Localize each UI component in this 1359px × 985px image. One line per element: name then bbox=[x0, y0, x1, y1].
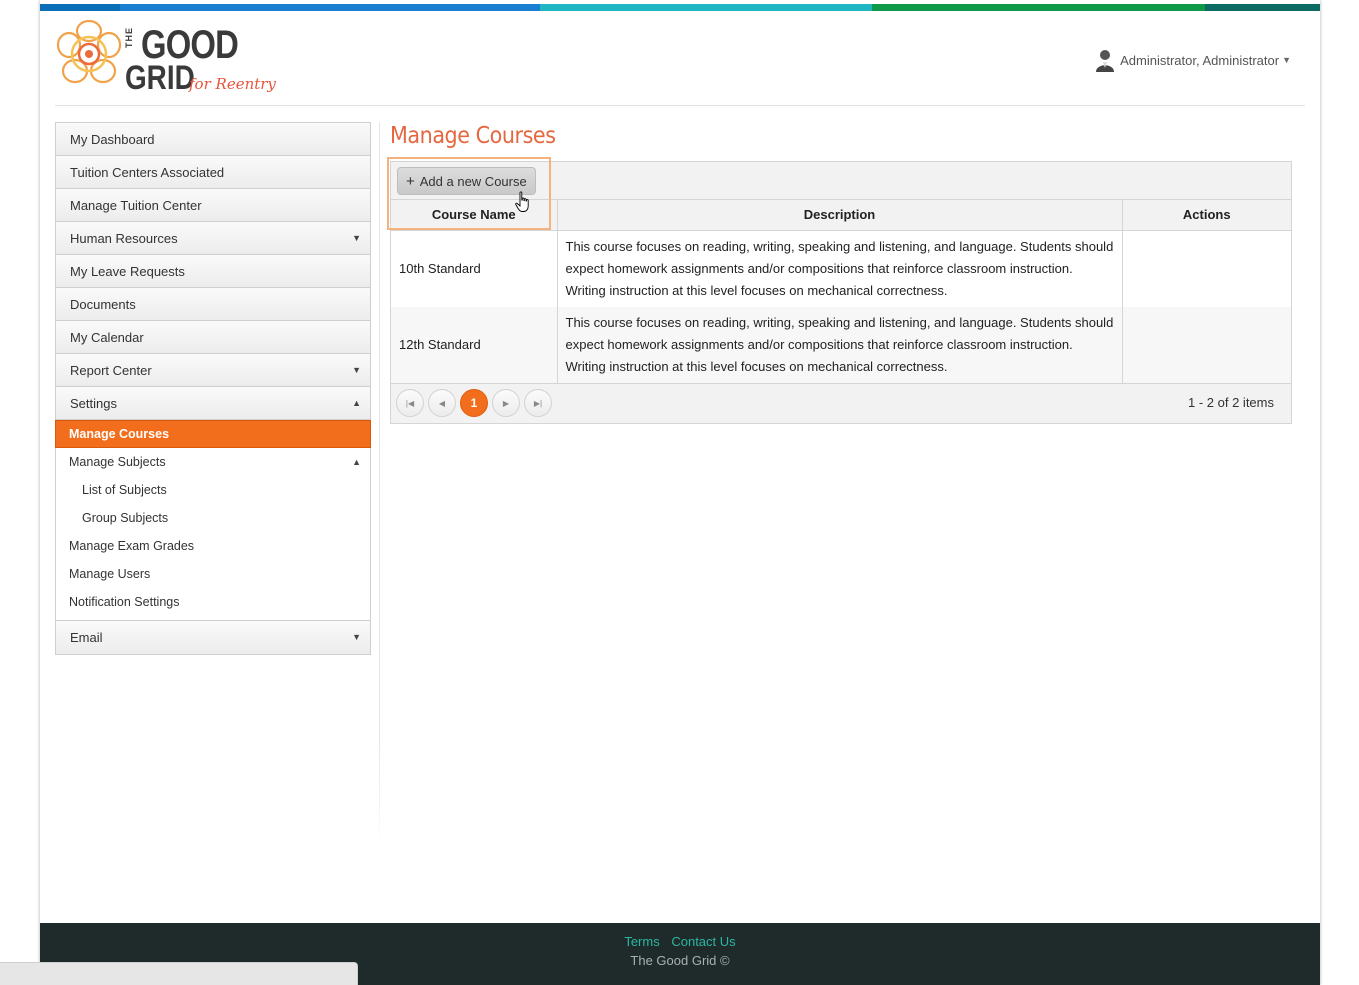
header: THE GOOD GRID for Reentry Administrator,… bbox=[55, 11, 1305, 106]
description-cell: This course focuses on reading, writing,… bbox=[557, 306, 1123, 383]
first-page-icon[interactable]: |◀ bbox=[396, 389, 424, 417]
sidebar-item-list-of-subjects[interactable]: List of Subjects bbox=[56, 476, 370, 504]
sidebar-item-manage-users[interactable]: Manage Users bbox=[56, 560, 370, 588]
pager: |◀ ◀ 1 ▶ ▶| 1 - 2 of 2 items bbox=[391, 382, 1291, 423]
table-row[interactable]: 10th Standard This course focuses on rea… bbox=[391, 230, 1291, 307]
plus-icon: + bbox=[406, 172, 415, 190]
top-color-stripe bbox=[40, 4, 1320, 11]
course-name-cell: 12th Standard bbox=[391, 306, 558, 383]
table-row[interactable]: 12th Standard This course focuses on rea… bbox=[391, 306, 1291, 383]
user-name: Administrator, Administrator bbox=[1120, 52, 1280, 68]
sidebar-item-label: My Leave Requests bbox=[70, 263, 185, 279]
caret-down-icon: ▼ bbox=[1282, 55, 1291, 65]
user-avatar-icon bbox=[1096, 50, 1115, 72]
logo-grid-text: GRID bbox=[125, 59, 195, 97]
sidebar: My Dashboard Tuition Centers Associated … bbox=[55, 122, 371, 655]
chevron-up-icon: ▲ bbox=[352, 457, 361, 467]
sidebar-item-settings[interactable]: Settings ▲ bbox=[56, 387, 370, 420]
logo[interactable]: THE GOOD GRID for Reentry bbox=[55, 19, 285, 99]
sidebar-item-label: Manage Subjects bbox=[69, 455, 166, 469]
terms-link[interactable]: Terms bbox=[624, 934, 659, 949]
page-container: THE GOOD GRID for Reentry Administrator,… bbox=[40, 0, 1320, 985]
hand-cursor-icon bbox=[515, 191, 529, 212]
sidebar-nav: My Dashboard Tuition Centers Associated … bbox=[55, 122, 371, 655]
settings-submenu: Manage Courses Manage Subjects ▲ List of … bbox=[55, 420, 371, 621]
sidebar-item-report-center[interactable]: Report Center ▼ bbox=[56, 354, 370, 387]
sidebar-item-group-subjects[interactable]: Group Subjects bbox=[56, 504, 370, 532]
sidebar-item-label: My Calendar bbox=[70, 329, 144, 345]
chevron-down-icon: ▼ bbox=[352, 365, 361, 375]
sidebar-item-label: Manage Tuition Center bbox=[70, 197, 202, 213]
sidebar-item-label: Documents bbox=[70, 296, 136, 312]
chevron-down-icon: ▼ bbox=[352, 233, 361, 243]
logo-tagline: for Reentry bbox=[189, 75, 276, 93]
page-1-button[interactable]: 1 bbox=[460, 389, 488, 417]
main-content: Manage Courses + Add a new Course Course… bbox=[387, 120, 1292, 424]
contact-us-link[interactable]: Contact Us bbox=[671, 934, 735, 949]
grid-toolbar: + Add a new Course bbox=[391, 162, 1291, 212]
page-title: Manage Courses bbox=[390, 123, 556, 149]
sidebar-item-human-resources[interactable]: Human Resources ▼ bbox=[56, 222, 370, 255]
sidebar-item-my-calendar[interactable]: My Calendar bbox=[56, 321, 370, 354]
sidebar-item-notification-settings[interactable]: Notification Settings bbox=[56, 588, 370, 616]
sidebar-item-tuition-centers-associated[interactable]: Tuition Centers Associated bbox=[56, 156, 370, 189]
sidebar-item-label: Settings bbox=[70, 395, 117, 411]
footer-links: Terms Contact Us bbox=[40, 934, 1320, 949]
actions-cell bbox=[1122, 230, 1291, 307]
sidebar-divider bbox=[379, 122, 380, 852]
sidebar-item-my-dashboard[interactable]: My Dashboard bbox=[56, 123, 370, 156]
column-header-actions[interactable]: Actions bbox=[1122, 200, 1291, 231]
next-page-icon[interactable]: ▶ bbox=[492, 389, 520, 417]
sidebar-item-manage-courses[interactable]: Manage Courses bbox=[55, 420, 371, 448]
last-page-icon[interactable]: ▶| bbox=[524, 389, 552, 417]
courses-table: Course Name Description Actions 10th Sta… bbox=[391, 200, 1291, 383]
sidebar-item-manage-tuition-center[interactable]: Manage Tuition Center bbox=[56, 189, 370, 222]
prev-page-icon[interactable]: ◀ bbox=[428, 389, 456, 417]
sidebar-item-manage-exam-grades[interactable]: Manage Exam Grades bbox=[56, 532, 370, 560]
sidebar-item-documents[interactable]: Documents bbox=[56, 288, 370, 321]
column-header-description[interactable]: Description bbox=[557, 200, 1123, 231]
download-bar bbox=[0, 962, 358, 985]
sidebar-item-label: Human Resources bbox=[70, 230, 178, 246]
course-name-cell: 10th Standard bbox=[391, 230, 558, 307]
column-header-course-name[interactable]: Course Name bbox=[391, 200, 558, 231]
sidebar-item-manage-subjects[interactable]: Manage Subjects ▲ bbox=[56, 448, 370, 476]
actions-cell bbox=[1122, 306, 1291, 383]
sidebar-item-label: My Dashboard bbox=[70, 131, 155, 147]
sidebar-item-label: Report Center bbox=[70, 362, 152, 378]
chevron-down-icon: ▼ bbox=[352, 632, 361, 642]
add-course-label: Add a new Course bbox=[419, 173, 527, 189]
sidebar-item-label: Tuition Centers Associated bbox=[70, 164, 225, 180]
chevron-up-icon: ▲ bbox=[352, 398, 361, 408]
user-menu[interactable]: Administrator, Administrator ▼ bbox=[1095, 47, 1291, 73]
logo-the-text: THE bbox=[124, 27, 134, 48]
sidebar-item-label: Email bbox=[70, 630, 103, 645]
sidebar-item-my-leave-requests[interactable]: My Leave Requests bbox=[56, 255, 370, 288]
description-cell: This course focuses on reading, writing,… bbox=[557, 230, 1123, 307]
sidebar-item-email[interactable]: Email ▼ bbox=[56, 621, 370, 654]
pager-info: 1 - 2 of 2 items bbox=[1188, 394, 1274, 410]
courses-grid: + Add a new Course Course Name Descripti… bbox=[387, 157, 1292, 424]
flower-logo-icon bbox=[56, 19, 122, 84]
